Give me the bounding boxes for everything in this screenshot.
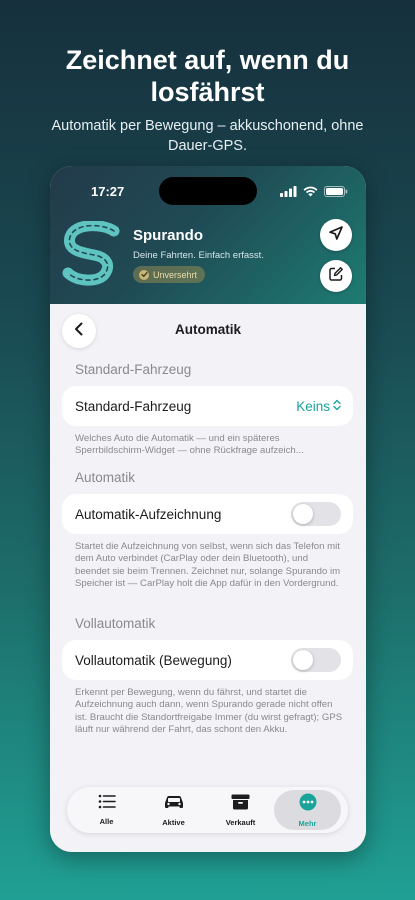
app-name: Spurando bbox=[133, 227, 203, 244]
default-vehicle-value: Keins bbox=[296, 398, 330, 414]
default-vehicle-footnote: Welches Auto die Automatik — und ein spä… bbox=[75, 433, 304, 457]
list-icon bbox=[98, 794, 116, 814]
toggle-knob bbox=[293, 504, 313, 524]
location-button[interactable] bbox=[320, 219, 352, 251]
full-auto-label: Vollautomatik (Bewegung) bbox=[75, 652, 232, 668]
default-vehicle-row[interactable]: Standard-Fahrzeug Keins bbox=[62, 386, 353, 426]
wifi-icon bbox=[303, 184, 318, 202]
default-vehicle-picker[interactable]: Keins bbox=[296, 399, 341, 414]
auto-recording-row: Automatik-Aufzeichnung bbox=[62, 494, 353, 534]
compose-icon bbox=[328, 266, 344, 287]
battery-icon bbox=[324, 184, 348, 202]
phone-frame: 17:27 Spurando Deine Fahrten. Einfach er… bbox=[50, 166, 366, 852]
cellular-icon bbox=[280, 184, 297, 202]
archive-box-icon bbox=[231, 794, 250, 815]
default-vehicle-label: Standard-Fahrzeug bbox=[75, 398, 192, 414]
toggle-knob bbox=[293, 650, 313, 670]
full-auto-footnote: Erkennt per Bewegung, wenn du fährst, un… bbox=[75, 687, 343, 736]
tab-bar: Alle Aktive Verkauft Mehr bbox=[67, 787, 348, 833]
tab-verkauft[interactable]: Verkauft bbox=[207, 790, 274, 830]
app-tagline: Deine Fahrten. Einfach erfasst. bbox=[133, 250, 264, 261]
auto-recording-footnote: Startet die Aufzeichnung von selbst, wen… bbox=[75, 541, 341, 590]
compose-button[interactable] bbox=[320, 260, 352, 292]
location-arrow-icon bbox=[328, 225, 344, 246]
tab-label-aktive: Aktive bbox=[162, 817, 185, 827]
car-icon bbox=[163, 794, 185, 815]
promo-title: Zeichnet auf, wenn du losfährst bbox=[65, 45, 350, 107]
status-time: 17:27 bbox=[91, 184, 125, 199]
status-icons bbox=[280, 184, 348, 202]
checkmark-icon bbox=[139, 269, 149, 280]
auto-recording-label: Automatik-Aufzeichnung bbox=[75, 506, 222, 522]
full-auto-toggle[interactable] bbox=[291, 648, 341, 672]
tab-label-mehr: Mehr bbox=[298, 818, 317, 828]
tab-mehr[interactable]: Mehr bbox=[274, 790, 341, 830]
dynamic-island bbox=[159, 177, 257, 205]
chevron-up-down-icon bbox=[333, 399, 341, 414]
page-title: Automatik bbox=[174, 322, 241, 337]
tab-alle[interactable]: Alle bbox=[73, 790, 140, 830]
section-header-standard-fahrzeug: Standard-Fahrzeug bbox=[75, 362, 192, 377]
tab-label-verkauft: Verkauft bbox=[225, 817, 256, 827]
status-badge-label: Unversehrt bbox=[153, 269, 198, 280]
more-circle-icon bbox=[299, 793, 317, 816]
section-header-vollautomatik: Vollautomatik bbox=[75, 616, 156, 631]
full-auto-row: Vollautomatik (Bewegung) bbox=[62, 640, 353, 680]
tab-label-alle: Alle bbox=[99, 817, 114, 826]
tab-aktive[interactable]: Aktive bbox=[140, 790, 207, 830]
auto-recording-toggle[interactable] bbox=[291, 502, 341, 526]
section-header-automatik: Automatik bbox=[75, 470, 136, 485]
promo-subtitle: Automatik per Bewegung – akkuschonend, o… bbox=[51, 118, 364, 154]
settings-sheet: Automatik Standard-Fahrzeug Standard-Fah… bbox=[50, 304, 366, 852]
app-logo bbox=[62, 220, 122, 287]
app-header: 17:27 Spurando Deine Fahrten. Einfach er… bbox=[50, 166, 366, 304]
status-badge: Unversehrt bbox=[133, 266, 206, 283]
